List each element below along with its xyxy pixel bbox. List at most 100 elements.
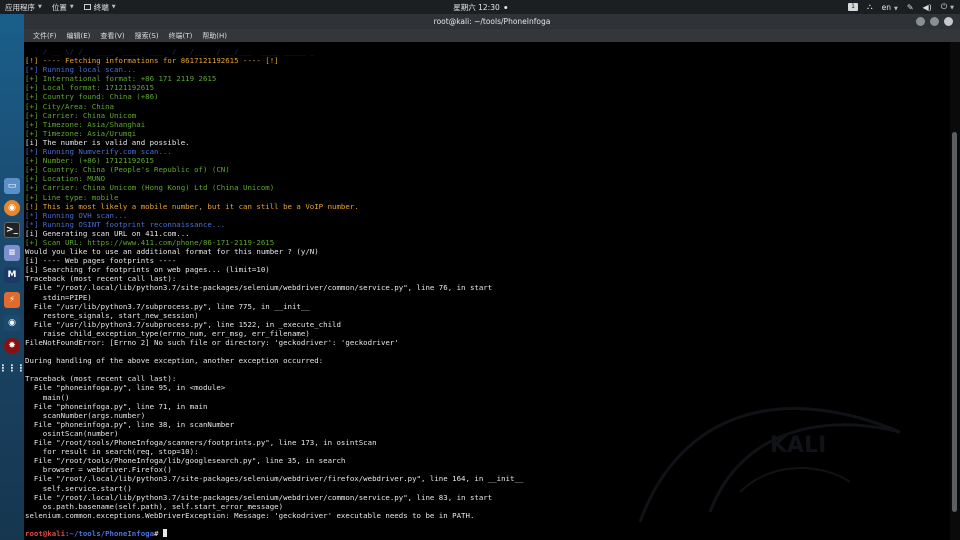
system-tray: 1 ⛬ en ▼ ✎ ◀) ⏻ ▼ bbox=[848, 0, 954, 14]
terminal-line: [+] Scan URL: https://www.411.com/phone/… bbox=[25, 237, 275, 247]
chevron-down-icon: ▼ bbox=[893, 5, 898, 12]
terminal-line: [i] Generating scan URL on 411.com... bbox=[25, 228, 190, 238]
metasploit-icon[interactable]: M bbox=[4, 267, 20, 283]
terminal-lines: / __ \/ /_ ____ ____ ___ / _/___ / __/__… bbox=[25, 47, 945, 538]
show-apps-icon[interactable]: ⋮⋮⋮ bbox=[0, 361, 26, 377]
menu-bar: 文件(F) 编辑(E) 查看(V) 搜索(S) 终端(T) 帮助(H) bbox=[24, 29, 960, 42]
terminal-line: [+] Country found: China (+86) bbox=[25, 92, 159, 102]
terminal-line: Traceback (most recent call last): bbox=[25, 374, 177, 384]
burpsuite-icon[interactable]: ⚡ bbox=[4, 292, 20, 308]
file-manager-icon[interactable]: ▭ bbox=[4, 178, 20, 194]
terminal-line: browser = webdriver.Firefox() bbox=[25, 465, 172, 475]
power-icon: ⏻ bbox=[940, 2, 948, 11]
maximize-icon[interactable] bbox=[930, 17, 939, 26]
places-label: 位置 bbox=[51, 2, 67, 12]
language-menu[interactable]: en ▼ bbox=[882, 3, 898, 12]
terminal-line: [+] International format: +86 171 2119 2… bbox=[25, 74, 217, 84]
terminal-line: [*] Running OVH scan... bbox=[25, 210, 128, 220]
terminal-line: [i] The number is valid and possible. bbox=[25, 137, 190, 147]
menu-terminal[interactable]: 终端(T) bbox=[164, 31, 198, 41]
terminal-icon bbox=[83, 4, 91, 10]
clock-label: 星期六 12:30 bbox=[453, 2, 500, 12]
terminal-line: osintScan(number) bbox=[25, 428, 119, 438]
armitage-icon[interactable]: ✸ bbox=[4, 338, 20, 354]
terminal-line: selenium.common.exceptions.WebDriverExce… bbox=[25, 510, 475, 520]
terminal-line: Would you like to use an additional form… bbox=[25, 247, 319, 257]
terminal-line: File "phoneinfoga.py", line 95, in <modu… bbox=[25, 383, 226, 393]
terminal-line: [+] Carrier: China Unicom (Hong Kong) Lt… bbox=[25, 183, 275, 193]
scrollbar-thumb[interactable] bbox=[952, 132, 957, 512]
terminal-line: [+] Number: (+86) 17121192615 bbox=[25, 156, 155, 166]
terminal-app-menu[interactable]: 终端 ▼ bbox=[79, 2, 121, 13]
terminal-line: main() bbox=[25, 392, 70, 402]
terminal-line: FileNotFoundError: [Errno 2] No such fil… bbox=[25, 338, 399, 347]
terminal-line: raise child_exception_type(errno_num, er… bbox=[25, 328, 310, 338]
window-titlebar[interactable]: root@kali: ~/tools/PhoneInfoga bbox=[24, 14, 960, 29]
terminal-line: File "/root/.local/lib/python3.7/site-pa… bbox=[25, 283, 493, 293]
network-icon[interactable]: ⛬ bbox=[867, 2, 873, 12]
terminal-line: File "phoneinfoga.py", line 38, in scanN… bbox=[25, 419, 235, 429]
menu-view[interactable]: 查看(V) bbox=[95, 31, 129, 41]
terminal-line: self.service.start() bbox=[25, 483, 132, 493]
terminal-app-label: 终端 bbox=[93, 2, 109, 12]
applications-label: 应用程序 bbox=[5, 2, 35, 12]
text-cursor bbox=[162, 528, 167, 537]
terminal-line: Traceback (most recent call last): bbox=[25, 274, 177, 284]
terminal-line: File "/root/tools/PhoneInfoga/lib/google… bbox=[25, 456, 346, 466]
menu-search[interactable]: 搜索(S) bbox=[130, 31, 164, 41]
menu-file[interactable]: 文件(F) bbox=[28, 31, 62, 41]
terminal-line: [+] Country: China (People's Republic of… bbox=[25, 165, 230, 175]
terminal-line: [i] Searching for footprints on web page… bbox=[25, 265, 270, 275]
terminal-window: root@kali: ~/tools/PhoneInfoga 文件(F) 编辑(… bbox=[24, 14, 960, 540]
terminal-line: [i] ---- Web pages footprints ---- bbox=[25, 256, 177, 266]
minimize-icon[interactable] bbox=[916, 17, 925, 26]
terminal-line: [!] This is most likely a mobile number,… bbox=[25, 201, 359, 211]
prompt-symbol: # bbox=[154, 528, 159, 538]
terminal-line: [+] Line type: mobile bbox=[25, 192, 119, 202]
wrench-icon[interactable]: ✎ bbox=[907, 3, 914, 12]
terminal-line: [*] Running Numverify.com scan... bbox=[25, 147, 172, 157]
places-menu[interactable]: 位置 ▼ bbox=[47, 2, 79, 13]
prompt-path: :~/tools/PhoneInfoga bbox=[65, 528, 155, 538]
terminal-line: File "/root/.local/lib/python3.7/site-pa… bbox=[25, 474, 524, 484]
menu-help[interactable]: 帮助(H) bbox=[197, 31, 232, 41]
terminal-icon[interactable]: >_ bbox=[4, 222, 20, 238]
top-panel: 应用程序 ▼ 位置 ▼ 终端 ▼ 星期六 12:30 1 ⛬ en ▼ ✎ ◀) … bbox=[0, 0, 960, 14]
chevron-down-icon: ▼ bbox=[69, 4, 74, 10]
chevron-down-icon: ▼ bbox=[950, 5, 954, 11]
terminal-line: scanNumber(args.number) bbox=[25, 410, 146, 420]
power-menu[interactable]: ⏻ ▼ bbox=[941, 2, 954, 12]
volume-icon[interactable]: ◀) bbox=[923, 3, 932, 12]
clock[interactable]: 星期六 12:30 bbox=[453, 0, 507, 14]
terminal-line: [+] Carrier: China Unicom bbox=[25, 110, 137, 120]
terminal-line: restore_signals, start_new_session) bbox=[25, 310, 199, 320]
terminal-line: File "/root/.local/lib/python3.7/site-pa… bbox=[25, 492, 493, 502]
terminal-line: [+] Local format: 17121192615 bbox=[25, 83, 155, 93]
terminal-line: File "/root/tools/PhoneInfoga/scanners/f… bbox=[25, 438, 377, 448]
terminal-output[interactable]: KALI / __ \/ /_ ____ ____ ___ / _/___ / … bbox=[24, 42, 950, 540]
firefox-icon[interactable]: ◉ bbox=[4, 200, 20, 216]
terminal-line: File "phoneinfoga.py", line 71, in main bbox=[25, 401, 208, 411]
terminal-line: [*] Running OSINT footprint reconnaissan… bbox=[25, 219, 226, 229]
applications-menu[interactable]: 应用程序 ▼ bbox=[0, 2, 47, 13]
terminal-line: File "/usr/lib/python3.7/subprocess.py",… bbox=[25, 319, 341, 329]
terminal-line: [+] City/Area: China bbox=[25, 101, 114, 111]
banner-line: / __ \/ /_ ____ ____ ___ / _/___ / __/__… bbox=[25, 47, 315, 56]
shell-prompt[interactable]: root@kali:~/tools/PhoneInfoga# bbox=[25, 528, 945, 538]
close-icon[interactable] bbox=[944, 17, 953, 26]
terminal-line: [+] Timezone: Asia/Shanghai bbox=[25, 119, 146, 129]
window-title: root@kali: ~/tools/PhoneInfoga bbox=[433, 17, 551, 26]
notes-icon[interactable]: ≡ bbox=[4, 245, 20, 261]
workspace-indicator[interactable]: 1 bbox=[848, 3, 858, 11]
chevron-down-icon: ▼ bbox=[111, 4, 116, 10]
prompt-user: root@kali bbox=[25, 528, 66, 538]
menu-edit[interactable]: 编辑(E) bbox=[62, 31, 96, 41]
scrollbar[interactable] bbox=[950, 42, 960, 540]
terminal-line: During handling of the above exception, … bbox=[25, 356, 324, 366]
terminal-line: File "/usr/lib/python3.7/subprocess.py",… bbox=[25, 301, 310, 311]
maltego-icon[interactable]: ◉ bbox=[4, 315, 20, 331]
terminal-line: [+] Timezone: Asia/Urumqi bbox=[25, 128, 137, 138]
